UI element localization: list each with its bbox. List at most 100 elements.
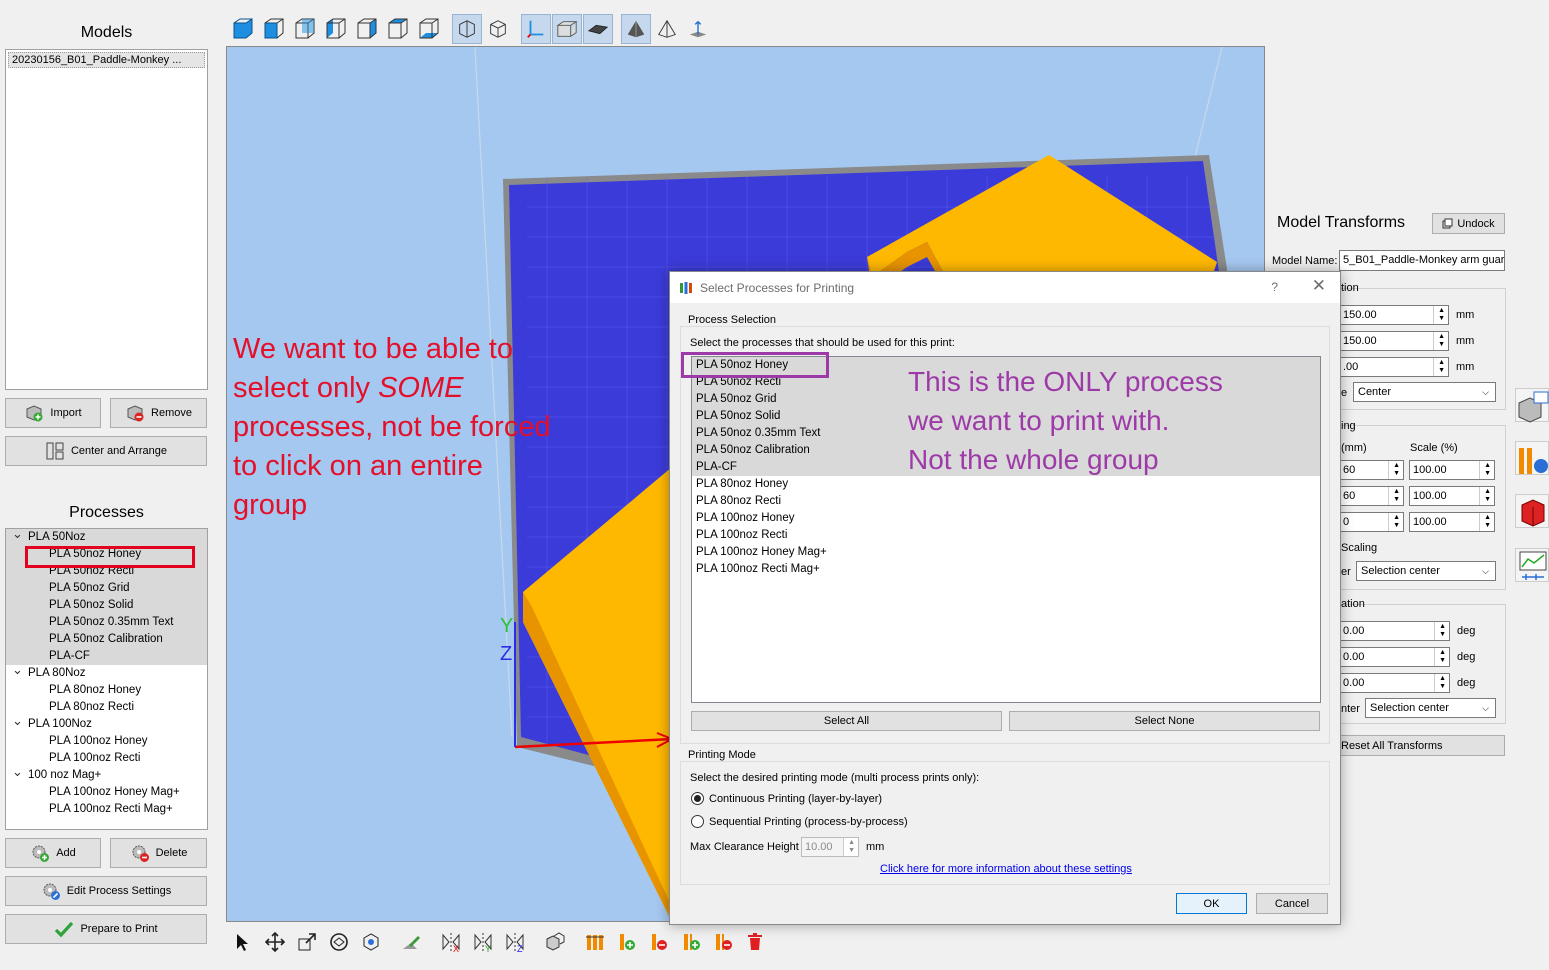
select-none-button[interactable]: Select None	[1009, 711, 1320, 731]
process-list-item[interactable]: PLA 100noz Recti Mag+	[692, 561, 1320, 578]
remove-layer-tool[interactable]	[644, 927, 674, 957]
help-icon[interactable]: ?	[1271, 280, 1278, 294]
models-list[interactable]: 20230156_B01_Paddle-Monkey ...	[5, 49, 208, 390]
process-group[interactable]: ⌄ 100 noz Mag+	[6, 764, 207, 784]
continuous-printing-radio[interactable]: Continuous Printing (layer-by-layer)	[691, 792, 882, 805]
chevron-down-icon[interactable]: ⌄	[12, 525, 23, 542]
show-axes-button[interactable]	[521, 14, 551, 44]
process-item[interactable]: PLA 100noz Honey	[6, 733, 207, 750]
solid-view-button[interactable]	[621, 14, 651, 44]
size-y-input[interactable]: 60 ▲ ▼	[1339, 486, 1404, 506]
perspective-button[interactable]	[452, 14, 482, 44]
size-z-input[interactable]: 0 ▲ ▼	[1339, 512, 1404, 532]
scale-x-input[interactable]: 100.00 ▲ ▼	[1409, 460, 1495, 480]
model-item[interactable]: 20230156_B01_Paddle-Monkey ...	[8, 52, 205, 68]
scale-y-input[interactable]: 100.00 ▲ ▼	[1409, 486, 1495, 506]
gear-edit-icon	[43, 883, 60, 900]
view-left-button[interactable]	[321, 14, 351, 44]
undock-button[interactable]: Undock	[1432, 213, 1505, 234]
process-item[interactable]: PLA 100noz Honey Mag+	[6, 784, 207, 801]
close-icon[interactable]: ✕	[1312, 276, 1326, 296]
chevron-down-icon[interactable]: ⌄	[12, 661, 23, 678]
model-name-input[interactable]: 5_B01_Paddle-Monkey arm guard	[1339, 250, 1505, 271]
view-bottom-button[interactable]	[414, 14, 444, 44]
rotate-about-combo[interactable]: Selection center ⌵	[1365, 698, 1496, 718]
cut-tool[interactable]	[396, 927, 426, 957]
import-button[interactable]: Import	[5, 398, 101, 428]
process-item[interactable]: PLA 100noz Recti Mag+	[6, 801, 207, 818]
position-x-input[interactable]: 150.00 ▲ ▼	[1339, 305, 1449, 325]
process-item[interactable]: PLA 50noz Grid	[6, 580, 207, 597]
rotation-x-input[interactable]: 0.00 ▲ ▼	[1339, 621, 1450, 641]
add-modifier-tool[interactable]	[676, 927, 706, 957]
delete-tool[interactable]	[740, 927, 770, 957]
orthographic-button[interactable]	[483, 14, 513, 44]
cancel-button[interactable]: Cancel	[1256, 893, 1328, 914]
process-tree[interactable]: ⌄ PLA 50Noz PLA 50noz Honey PLA 50noz Recti…	[5, 526, 208, 830]
wireframe-view-button[interactable]	[652, 14, 682, 44]
process-list-item[interactable]: PLA 100noz Recti	[692, 527, 1320, 544]
side-panel-layers-icon[interactable]	[1515, 441, 1549, 475]
edit-process-settings-button[interactable]: Edit Process Settings	[5, 876, 207, 906]
show-build-volume-button[interactable]	[552, 14, 582, 44]
rotation-z-input[interactable]: 0.00 ▲ ▼	[1339, 673, 1450, 693]
select-all-button[interactable]: Select All	[691, 711, 1002, 731]
process-group[interactable]: ⌄ PLA 100Noz	[6, 713, 207, 733]
view-top-button[interactable]	[383, 14, 413, 44]
process-group-label: 100 noz Mag+	[28, 769, 102, 781]
process-group[interactable]: ⌄ PLA 80Noz	[6, 662, 207, 682]
process-item[interactable]: PLA 50noz Calibration	[6, 631, 207, 648]
process-item[interactable]: PLA 50noz Solid	[6, 597, 207, 614]
process-list-item[interactable]: PLA 80noz Recti	[692, 493, 1320, 510]
process-group[interactable]: ⌄ PLA 50Noz	[6, 526, 207, 546]
show-bed-button[interactable]	[583, 14, 613, 44]
rotation-y-input[interactable]: 0.00 ▲ ▼	[1339, 647, 1450, 667]
select-tool[interactable]	[228, 927, 258, 957]
chevron-down-icon[interactable]: ⌄	[12, 763, 23, 780]
remove-modifier-tool[interactable]	[708, 927, 738, 957]
process-item[interactable]: PLA 100noz Recti	[6, 750, 207, 767]
mirror-y-tool[interactable]: Y	[468, 927, 498, 957]
rotate-tool[interactable]	[324, 927, 354, 957]
process-item[interactable]: PLA 80noz Honey	[6, 682, 207, 699]
split-tool[interactable]	[540, 927, 570, 957]
normals-view-button[interactable]	[683, 14, 713, 44]
scale-about-combo[interactable]: Selection center ⌵	[1356, 561, 1496, 581]
size-x-input[interactable]: 60 ▲ ▼	[1339, 460, 1404, 480]
move-tool[interactable]	[260, 927, 290, 957]
info-link[interactable]: Click here for more information about th…	[880, 863, 1132, 875]
side-panel-graph-icon[interactable]	[1515, 548, 1549, 582]
process-list-item[interactable]: PLA 100noz Honey Mag+	[692, 544, 1320, 561]
side-panel-modifier-icon[interactable]	[1515, 494, 1549, 528]
layer-view-tool[interactable]	[580, 927, 610, 957]
view-front-button[interactable]	[259, 14, 289, 44]
add-process-button[interactable]: Add	[5, 838, 101, 868]
process-item[interactable]: PLA-CF	[6, 648, 207, 665]
chevron-down-icon[interactable]: ⌄	[12, 712, 23, 729]
delete-process-button[interactable]: Delete	[110, 838, 207, 868]
ok-button[interactable]: OK	[1176, 893, 1247, 914]
prepare-to-print-button[interactable]: Prepare to Print	[5, 914, 207, 944]
scale-z-input[interactable]: 100.00 ▲ ▼	[1409, 512, 1495, 532]
position-z-input[interactable]: .00 ▲ ▼	[1339, 357, 1449, 377]
remove-button[interactable]: Remove	[110, 398, 207, 428]
place-on-face-tool[interactable]	[356, 927, 386, 957]
add-layer-tool[interactable]	[612, 927, 642, 957]
center-arrange-label: Center and Arrange	[70, 445, 167, 457]
scale-tool[interactable]	[292, 927, 322, 957]
center-arrange-button[interactable]: Center and Arrange	[5, 436, 207, 466]
clearance-input[interactable]: 10.00 ▲ ▼	[801, 837, 859, 857]
place-combo[interactable]: Center ⌵	[1353, 382, 1496, 402]
process-item[interactable]: PLA 80noz Recti	[6, 699, 207, 716]
remove-icon	[127, 405, 144, 422]
sequential-printing-radio[interactable]: Sequential Printing (process-by-process)	[691, 815, 908, 828]
view-iso-button[interactable]	[228, 14, 258, 44]
process-list-item[interactable]: PLA 100noz Honey	[692, 510, 1320, 527]
side-panel-models-icon[interactable]	[1515, 388, 1549, 423]
view-back-button[interactable]	[290, 14, 320, 44]
mirror-z-tool[interactable]: Z	[500, 927, 530, 957]
mirror-x-tool[interactable]: X	[436, 927, 466, 957]
process-item[interactable]: PLA 50noz 0.35mm Text	[6, 614, 207, 631]
position-y-input[interactable]: 150.00 ▲ ▼	[1339, 331, 1449, 351]
view-right-button[interactable]	[352, 14, 382, 44]
